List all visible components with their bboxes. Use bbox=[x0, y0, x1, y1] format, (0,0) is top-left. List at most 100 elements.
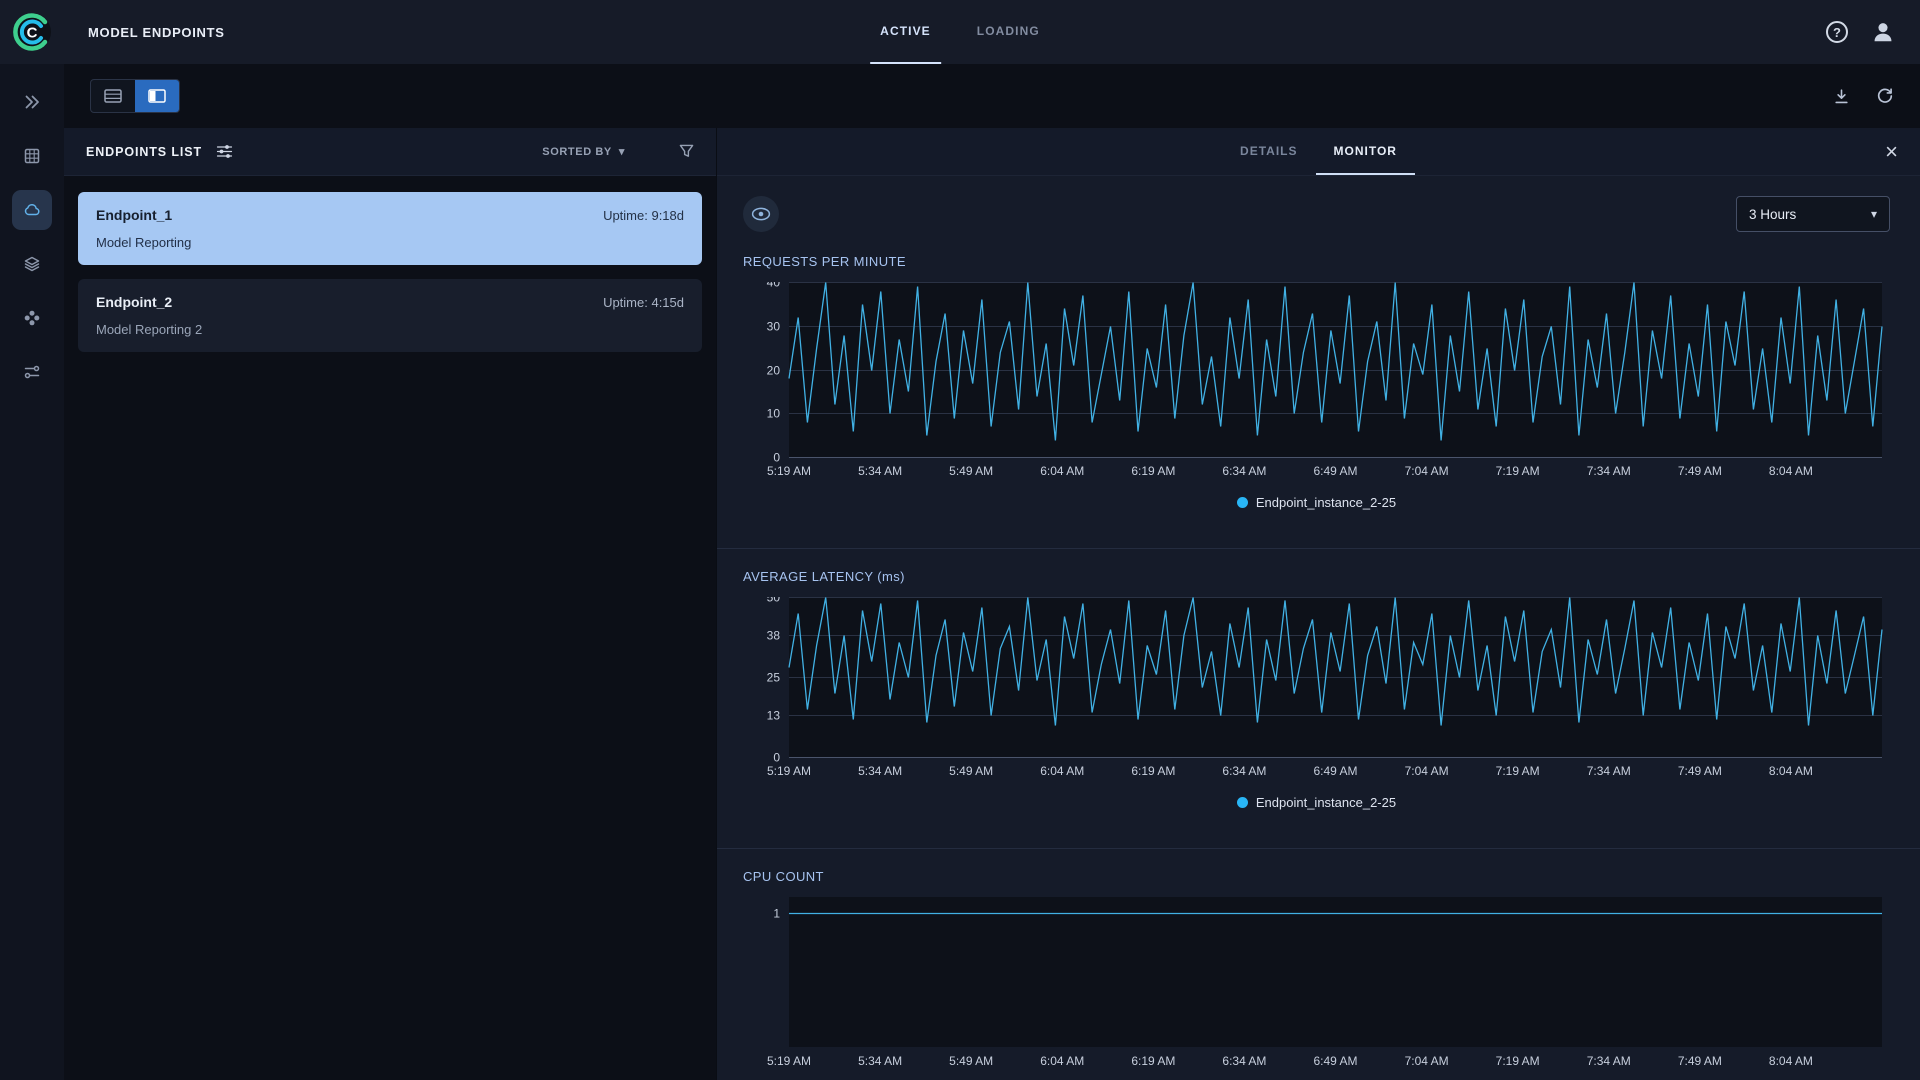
user-avatar-icon[interactable] bbox=[1870, 19, 1896, 45]
sidebar bbox=[0, 64, 64, 1080]
svg-text:8:04 AM: 8:04 AM bbox=[1769, 464, 1813, 478]
help-icon[interactable]: ? bbox=[1826, 21, 1848, 43]
table-view-button[interactable] bbox=[91, 80, 135, 112]
chart-section-cpu: CPU COUNT 1 5:19 AM 5:34 AM 5:49 AM 6:04 AM 6… bbox=[717, 848, 1920, 1080]
svg-text:5:49 AM: 5:49 AM bbox=[949, 1054, 993, 1068]
sidebar-item-layers[interactable] bbox=[12, 244, 52, 284]
sidebar-item-applications[interactable] bbox=[12, 298, 52, 338]
time-range-select[interactable]: 3 Hours ▾ bbox=[1736, 196, 1890, 232]
svg-text:7:34 AM: 7:34 AM bbox=[1587, 1054, 1631, 1068]
svg-text:7:04 AM: 7:04 AM bbox=[1405, 1054, 1449, 1068]
cpu-count-chart: 1 5:19 AM 5:34 AM 5:49 AM 6:04 AM 6:19 AM 6:34… bbox=[743, 897, 1890, 1073]
svg-text:13: 13 bbox=[767, 709, 781, 723]
monitor-controls: 3 Hours ▾ bbox=[717, 196, 1920, 232]
close-icon[interactable]: × bbox=[1885, 140, 1898, 163]
tab-loading[interactable]: LOADING bbox=[967, 0, 1050, 64]
monitor-tab-bar: DETAILS MONITOR × bbox=[717, 128, 1920, 176]
tab-monitor[interactable]: MONITOR bbox=[1315, 128, 1415, 175]
app-logo-icon: C bbox=[13, 13, 51, 51]
select-caret-icon: ▾ bbox=[1870, 207, 1877, 221]
visibility-button[interactable] bbox=[743, 196, 779, 232]
legend-dot-icon bbox=[1236, 797, 1248, 808]
endpoints-list-panel: ENDPOINTS LIST SORTED BY ▾ Endpoint_1 Up… bbox=[64, 128, 716, 1080]
endpoint-subtitle: Model Reporting 2 bbox=[96, 322, 203, 337]
svg-text:6:49 AM: 6:49 AM bbox=[1313, 464, 1357, 478]
svg-text:38: 38 bbox=[767, 629, 781, 643]
svg-text:5:19 AM: 5:19 AM bbox=[767, 764, 811, 778]
svg-text:5:49 AM: 5:49 AM bbox=[949, 464, 993, 478]
chart-legend: Endpoint_instance_2-25 bbox=[743, 495, 1890, 510]
svg-text:7:19 AM: 7:19 AM bbox=[1496, 464, 1540, 478]
monitor-panel: DETAILS MONITOR × 3 Hours ▾ REQUESTS PER… bbox=[716, 128, 1920, 1080]
svg-text:5:19 AM: 5:19 AM bbox=[767, 464, 811, 478]
chart-svg: 0 13 25 38 50 5:19 AM 5:34 AM 5:49 AM 6:04 AM 6:1… bbox=[767, 597, 1883, 778]
layers-icon bbox=[24, 256, 40, 272]
svg-text:6:04 AM: 6:04 AM bbox=[1040, 764, 1084, 778]
tune-icon bbox=[216, 145, 233, 158]
download-icon[interactable] bbox=[1833, 88, 1850, 105]
top-tabs: ACTIVE LOADING bbox=[870, 0, 1050, 64]
sidebar-item-model-endpoints[interactable] bbox=[12, 190, 52, 230]
sorted-by-dropdown[interactable]: SORTED BY ▾ bbox=[542, 145, 625, 159]
svg-text:50: 50 bbox=[767, 597, 781, 605]
svg-text:C: C bbox=[27, 25, 38, 42]
toolbar-right bbox=[1833, 87, 1894, 105]
svg-text:7:49 AM: 7:49 AM bbox=[1678, 764, 1722, 778]
refresh-icon[interactable] bbox=[1876, 87, 1894, 105]
svg-text:7:19 AM: 7:19 AM bbox=[1496, 1054, 1540, 1068]
applications-icon bbox=[24, 310, 40, 326]
svg-text:8:04 AM: 8:04 AM bbox=[1769, 1054, 1813, 1068]
sidebar-item-projects[interactable] bbox=[12, 82, 52, 122]
endpoint-uptime: Uptime: 9:18d bbox=[603, 208, 684, 223]
chart-svg: 0 10 20 30 40 5:19 AM 5:34 AM 5:49 AM 6:04 AM 6:1… bbox=[767, 282, 1883, 478]
average-latency-chart: 0 13 25 38 50 5:19 AM 5:34 AM 5:49 AM 6:04 AM 6:1… bbox=[743, 597, 1890, 783]
svg-text:7:04 AM: 7:04 AM bbox=[1405, 464, 1449, 478]
svg-text:20: 20 bbox=[767, 364, 781, 378]
view-toggle-group bbox=[90, 79, 180, 113]
sidebar-item-pipelines[interactable] bbox=[12, 352, 52, 392]
legend-label: Endpoint_instance_2-25 bbox=[1255, 495, 1397, 510]
svg-text:7:49 AM: 7:49 AM bbox=[1678, 464, 1722, 478]
svg-text:1: 1 bbox=[773, 907, 780, 921]
pipelines-icon bbox=[24, 365, 40, 379]
chart-section-requests: REQUESTS PER MINUTE 0 10 20 30 40 5:19 AM 5:34… bbox=[717, 254, 1920, 530]
chart-title: AVERAGE LATENCY (ms) bbox=[743, 569, 905, 584]
split-view-button[interactable] bbox=[135, 80, 179, 112]
svg-text:25: 25 bbox=[767, 671, 781, 685]
svg-text:8:04 AM: 8:04 AM bbox=[1769, 764, 1813, 778]
svg-text:6:34 AM: 6:34 AM bbox=[1222, 464, 1266, 478]
eye-icon bbox=[751, 207, 771, 221]
tab-active[interactable]: ACTIVE bbox=[870, 0, 941, 64]
endpoints-list-header: ENDPOINTS LIST SORTED BY ▾ bbox=[64, 128, 716, 176]
datasets-grid-icon bbox=[24, 148, 40, 164]
chart-title: REQUESTS PER MINUTE bbox=[743, 254, 906, 269]
filter-funnel-icon bbox=[679, 144, 694, 157]
svg-text:10: 10 bbox=[767, 407, 781, 421]
model-endpoints-icon bbox=[24, 204, 40, 216]
chart-title: CPU COUNT bbox=[743, 869, 824, 884]
time-range-value: 3 Hours bbox=[1749, 206, 1797, 222]
svg-text:0: 0 bbox=[773, 451, 780, 465]
tab-details[interactable]: DETAILS bbox=[1222, 128, 1315, 175]
chart-section-latency: AVERAGE LATENCY (ms) 0 13 25 38 50 5:19 AM 5:3… bbox=[717, 548, 1920, 830]
svg-text:6:04 AM: 6:04 AM bbox=[1040, 1054, 1084, 1068]
chart-legend: Endpoint_instance_2-25 bbox=[743, 795, 1890, 810]
page-title: MODEL ENDPOINTS bbox=[88, 24, 225, 40]
filter-button[interactable] bbox=[679, 144, 694, 159]
svg-text:6:19 AM: 6:19 AM bbox=[1131, 1054, 1175, 1068]
svg-text:6:19 AM: 6:19 AM bbox=[1131, 464, 1175, 478]
svg-text:6:34 AM: 6:34 AM bbox=[1222, 764, 1266, 778]
requests-per-minute-chart: 0 10 20 30 40 5:19 AM 5:34 AM 5:49 AM 6:04 AM 6:1… bbox=[743, 282, 1890, 483]
endpoint-card-2[interactable]: Endpoint_2 Uptime: 4:15d Model Reporting… bbox=[78, 279, 702, 352]
endpoint-card-1[interactable]: Endpoint_1 Uptime: 9:18d Model Reporting bbox=[78, 192, 702, 265]
endpoint-uptime: Uptime: 4:15d bbox=[603, 295, 684, 310]
sorted-by-label: SORTED BY bbox=[542, 145, 612, 158]
svg-text:7:34 AM: 7:34 AM bbox=[1587, 764, 1631, 778]
svg-text:6:49 AM: 6:49 AM bbox=[1313, 764, 1357, 778]
app-logo[interactable]: C bbox=[0, 12, 64, 52]
endpoint-subtitle: Model Reporting bbox=[96, 235, 192, 250]
list-settings-button[interactable] bbox=[216, 144, 233, 159]
sidebar-item-datasets[interactable] bbox=[12, 136, 52, 176]
svg-text:7:19 AM: 7:19 AM bbox=[1496, 764, 1540, 778]
svg-text:5:49 AM: 5:49 AM bbox=[949, 764, 993, 778]
